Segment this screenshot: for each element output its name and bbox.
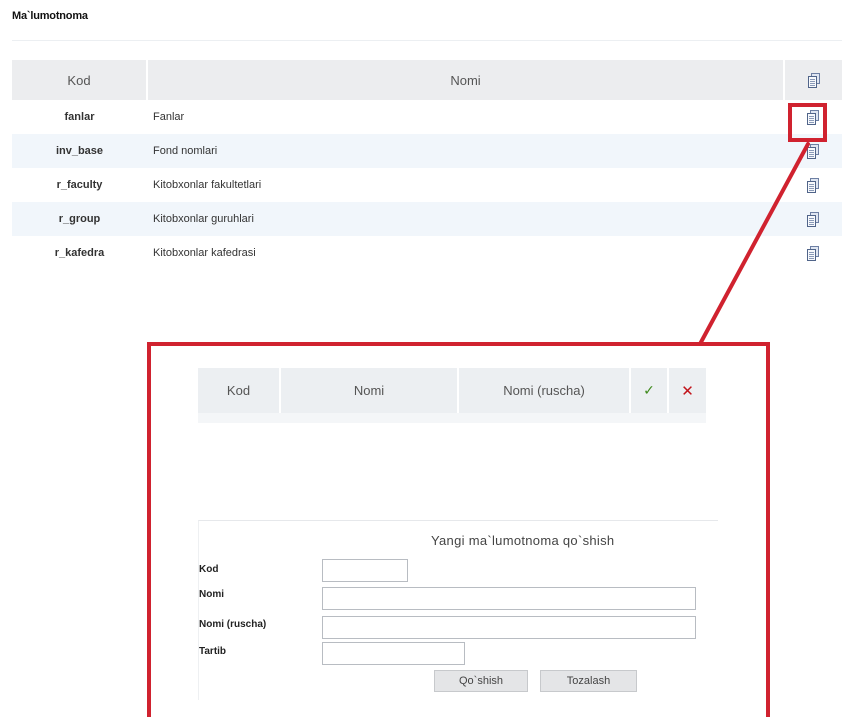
row-nomi: Kitobxonlar kafedrasi <box>153 247 256 259</box>
document-icon[interactable] <box>807 211 819 227</box>
column-header-action <box>783 60 842 100</box>
table-row: r_group Kitobxonlar guruhlari <box>12 202 842 236</box>
reference-table: Kod Nomi fanlar Fanlar inv_base Fond nom… <box>12 60 842 270</box>
column-header-nomi: Nomi <box>146 60 784 100</box>
row-action <box>784 202 842 236</box>
callout-highlight-box <box>788 103 827 142</box>
page-title: Ma`lumotnoma <box>12 10 88 22</box>
detail-column-header-nomi-ruscha: Nomi (ruscha) <box>457 368 630 413</box>
table-header-row: Kod Nomi <box>12 60 842 100</box>
document-icon[interactable] <box>807 73 820 89</box>
detail-popup: Kod Nomi Nomi (ruscha) ✓ ✕ Yangi ma`lumo… <box>147 342 770 717</box>
column-header-kod: Kod <box>12 60 147 100</box>
row-kod: r_group <box>12 202 147 236</box>
detail-table: Kod Nomi Nomi (ruscha) ✓ ✕ <box>198 368 706 413</box>
heading-divider <box>12 40 842 41</box>
detail-table-header-row: Kod Nomi Nomi (ruscha) ✓ ✕ <box>198 368 706 413</box>
tartib-label: Tartib <box>199 646 227 657</box>
table-row: fanlar Fanlar <box>12 100 842 134</box>
form-title: Yangi ma`lumotnoma qo`shish <box>431 533 615 548</box>
document-icon[interactable] <box>807 245 819 261</box>
row-action <box>784 168 842 202</box>
add-button[interactable]: Qo`shish <box>434 670 528 692</box>
row-kod: r_faculty <box>56 179 103 191</box>
row-nomi: Fanlar <box>153 111 185 123</box>
detail-column-header-delete: ✕ <box>667 368 706 413</box>
nomi-input[interactable] <box>322 587 696 610</box>
detail-column-header-kod: Kod <box>198 368 280 413</box>
detail-column-header-add: ✓ <box>629 368 668 413</box>
document-icon[interactable] <box>807 177 819 193</box>
kod-input[interactable] <box>322 559 408 582</box>
nomi-ruscha-input[interactable] <box>322 616 696 639</box>
table-row: r_kafedra Kitobxonlar kafedrasi <box>12 236 842 270</box>
tartib-input[interactable] <box>322 642 465 665</box>
row-nomi: Kitobxonlar fakultetlari <box>153 179 262 191</box>
detail-column-header-nomi: Nomi <box>279 368 458 413</box>
document-icon[interactable] <box>807 143 819 159</box>
nomi-ruscha-label: Nomi (ruscha) <box>199 619 267 630</box>
row-kod: r_kafedra <box>54 247 105 259</box>
nomi-label: Nomi <box>199 589 224 600</box>
row-kod: inv_base <box>12 134 147 168</box>
row-action <box>784 236 842 270</box>
kod-label: Kod <box>199 564 219 575</box>
row-kod: fanlar <box>64 111 95 123</box>
clear-button[interactable]: Tozalash <box>540 670 637 692</box>
table-row: r_faculty Kitobxonlar fakultetlari <box>12 168 842 202</box>
row-nomi: Kitobxonlar guruhlari <box>147 202 784 236</box>
delete-x-icon[interactable]: ✕ <box>681 383 694 400</box>
detail-table-body <box>198 413 706 423</box>
add-reference-form: Yangi ma`lumotnoma qo`shish Kod Nomi Nom… <box>198 520 718 700</box>
checkmark-edit-icon[interactable]: ✓ <box>643 382 655 398</box>
table-row: inv_base Fond nomlari <box>12 134 842 168</box>
row-nomi: Fond nomlari <box>147 134 784 168</box>
